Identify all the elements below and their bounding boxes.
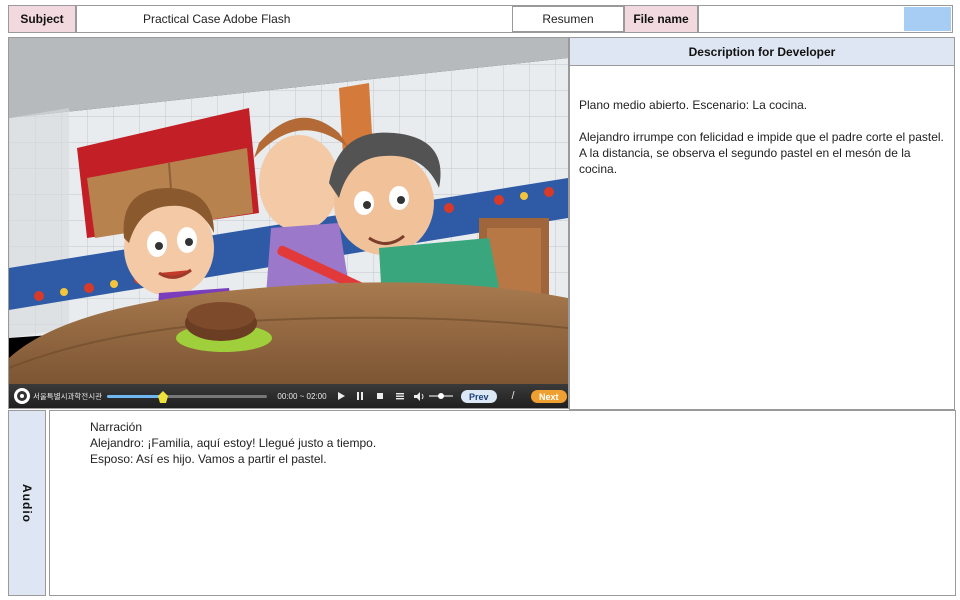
description-paragraph: Alejandro irrumpe con felicidad e impide… — [579, 130, 944, 144]
description-header: Description for Developer — [570, 38, 954, 66]
audio-tab-label: Audio — [20, 483, 34, 523]
prev-button[interactable]: Prev — [461, 390, 497, 403]
audio-narration-panel: Narración Alejandro: ¡Familia, aquí esto… — [49, 410, 956, 596]
video-scene — [9, 38, 568, 385]
stop-button[interactable] — [374, 388, 386, 404]
volume-icon — [413, 391, 423, 401]
stop-icon — [377, 393, 383, 399]
volume-knob[interactable] — [438, 393, 444, 399]
volume-slider[interactable] — [429, 393, 453, 399]
file-name-accent-box — [904, 7, 951, 31]
progress-knob[interactable] — [158, 390, 168, 403]
museum-logo-icon — [14, 388, 30, 404]
play-button[interactable] — [335, 388, 347, 404]
section-box: Resumen — [512, 6, 624, 32]
volume-button[interactable] — [412, 388, 426, 404]
progress-knob-icon — [158, 391, 168, 403]
video-player[interactable]: 서울특별시과학전시관 00:00 ~ 02:00 Prev / Next — [8, 37, 569, 409]
player-control-bar: 서울특별시과학전시관 00:00 ~ 02:00 Prev / Next — [9, 384, 568, 408]
description-body: Plano medio abierto. Escenario: La cocin… — [570, 66, 954, 177]
nav-separator: / — [511, 390, 515, 402]
menu-icon — [396, 393, 404, 400]
file-name-label: File name — [624, 5, 698, 33]
narration-line: Narración — [90, 420, 143, 434]
description-paragraph: Plano medio abierto. Escenario: La cocin… — [579, 98, 808, 112]
description-paragraph: A la distancia, se observa el segundo pa… — [579, 146, 911, 176]
time-display: 00:00 ~ 02:00 — [277, 391, 327, 401]
progress-fill — [107, 395, 163, 398]
developer-description-panel: Description for Developer Plano medio ab… — [569, 37, 955, 410]
play-icon — [338, 392, 345, 400]
progress-track[interactable] — [107, 391, 267, 403]
next-button[interactable]: Next — [531, 390, 567, 403]
audio-tab: Audio — [8, 410, 46, 596]
narration-line: Esposo: Así es hijo. Vamos a partir el p… — [90, 452, 327, 466]
subject-label: Subject — [8, 5, 76, 33]
menu-button[interactable] — [394, 388, 406, 404]
player-logo-text: 서울특별시과학전시관 — [33, 391, 102, 401]
narration-line: Alejandro: ¡Familia, aquí estoy! Llegué … — [90, 436, 377, 450]
pause-icon — [357, 392, 363, 400]
kitchen-scene-image — [9, 38, 568, 385]
pause-button[interactable] — [354, 388, 366, 404]
player-logo — [13, 387, 31, 405]
